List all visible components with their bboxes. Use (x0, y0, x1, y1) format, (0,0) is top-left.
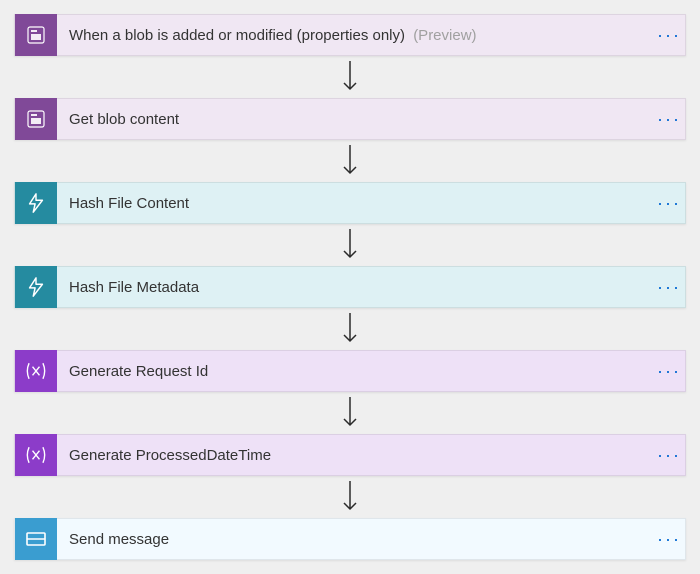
step-suffix: (Preview) (409, 27, 476, 44)
lightning-icon (15, 182, 57, 224)
flow-step[interactable]: Send message ··· (14, 518, 686, 560)
step-label: Generate ProcessedDateTime (57, 447, 653, 464)
flow-step[interactable]: Get blob content ··· (14, 98, 686, 140)
arrow-down-icon (14, 224, 686, 266)
step-menu-button[interactable]: ··· (653, 266, 685, 308)
step-menu-button[interactable]: ··· (653, 182, 685, 224)
step-menu-button[interactable]: ··· (653, 434, 685, 476)
flow-step[interactable]: Generate ProcessedDateTime ··· (14, 434, 686, 476)
step-menu-button[interactable]: ··· (653, 350, 685, 392)
lightning-icon (15, 266, 57, 308)
step-menu-button[interactable]: ··· (653, 14, 685, 56)
step-label: Hash File Metadata (57, 279, 653, 296)
step-label: Generate Request Id (57, 363, 653, 380)
step-label: When a blob is added or modified (proper… (57, 27, 653, 44)
step-label: Hash File Content (57, 195, 653, 212)
step-label: Get blob content (57, 111, 653, 128)
step-menu-button[interactable]: ··· (653, 518, 685, 560)
message-icon (15, 518, 57, 560)
flow-step[interactable]: When a blob is added or modified (proper… (14, 14, 686, 56)
arrow-down-icon (14, 392, 686, 434)
flow-designer: When a blob is added or modified (proper… (14, 14, 686, 560)
step-label: Send message (57, 531, 653, 548)
blob-icon (15, 14, 57, 56)
arrow-down-icon (14, 56, 686, 98)
flow-step[interactable]: Generate Request Id ··· (14, 350, 686, 392)
variable-icon (15, 350, 57, 392)
flow-step[interactable]: Hash File Content ··· (14, 182, 686, 224)
arrow-down-icon (14, 140, 686, 182)
flow-step[interactable]: Hash File Metadata ··· (14, 266, 686, 308)
arrow-down-icon (14, 476, 686, 518)
step-menu-button[interactable]: ··· (653, 98, 685, 140)
blob-icon (15, 98, 57, 140)
variable-icon (15, 434, 57, 476)
arrow-down-icon (14, 308, 686, 350)
